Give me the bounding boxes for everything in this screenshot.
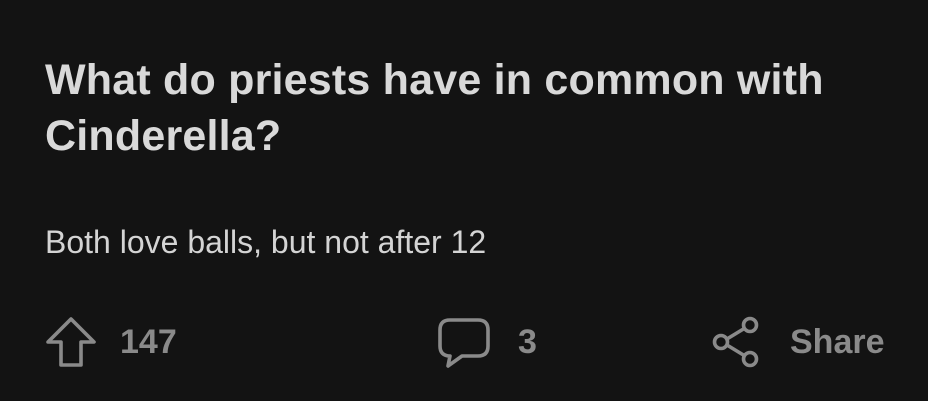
share-label: Share [790,322,885,361]
comment-count: 3 [518,322,537,361]
post-card: What do priests have in common with Cind… [0,0,928,401]
post-body: Both love balls, but not after 12 [45,224,487,260]
share-icon[interactable] [710,315,762,369]
share-button[interactable]: Share [710,312,885,372]
post-title[interactable]: What do priests have in common with Cind… [45,52,905,164]
comment-bubble-icon[interactable] [436,314,492,370]
upvote-count: 147 [120,322,177,361]
comments-button[interactable]: 3 [436,312,537,372]
upvote-arrow-icon[interactable] [44,315,98,369]
upvote-button[interactable]: 147 [44,312,177,372]
